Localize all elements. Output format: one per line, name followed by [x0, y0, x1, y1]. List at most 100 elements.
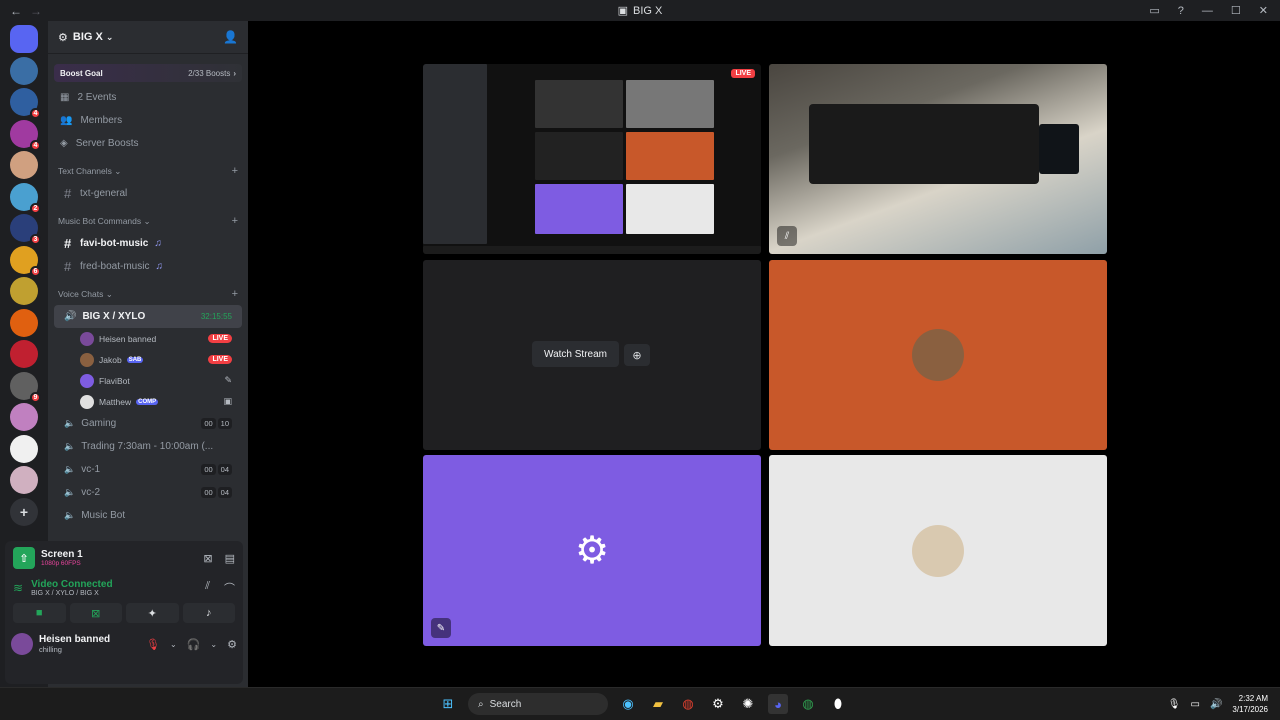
server-icon[interactable]: [10, 277, 38, 305]
connection-location[interactable]: BIG X / XYLO / BIG X: [31, 590, 113, 597]
voice-channel[interactable]: 🔈 Gaming 00 10: [54, 412, 242, 435]
search-label: Search: [489, 698, 522, 710]
clock[interactable]: 2:32 AM 3/17/2026: [1232, 693, 1268, 715]
watch-stream-button[interactable]: Watch Stream: [532, 341, 619, 367]
close-button[interactable]: ✕: [1259, 4, 1268, 17]
voice-user[interactable]: Heisen banned LIVE: [54, 328, 242, 349]
popout-icon[interactable]: ⊕: [624, 344, 650, 366]
noise-suppression-icon[interactable]: ⫽: [205, 580, 210, 596]
folder-icon[interactable]: ▰: [648, 694, 668, 714]
taskbar-search[interactable]: ⌕ Search: [468, 693, 608, 715]
server-icon[interactable]: 9: [10, 371, 41, 403]
add-channel-icon[interactable]: +: [232, 165, 238, 177]
channel-favi-bot-music[interactable]: # favi-bot-music ♫: [54, 232, 242, 255]
camera-button[interactable]: ■: [13, 603, 66, 623]
server-icon[interactable]: 6: [10, 245, 41, 277]
chrome-icon[interactable]: ◍: [678, 694, 698, 714]
voice-user[interactable]: Matthew COMP ▣: [54, 391, 242, 412]
chevron-down-icon[interactable]: ⌄: [170, 640, 177, 649]
members-link[interactable]: 👥 Members: [48, 109, 248, 132]
server-icon[interactable]: [10, 56, 38, 85]
boost-goal-bar[interactable]: Boost Goal 2/33 Boosts ›: [54, 64, 242, 82]
inbox-icon[interactable]: ▭: [1149, 4, 1159, 17]
voice-channel-active[interactable]: 🔊 BIG X / XYLO 32:15:55: [54, 305, 242, 328]
start-icon[interactable]: ⊞: [438, 694, 458, 714]
events-link[interactable]: ▦ 2 Events: [48, 86, 248, 109]
server-icon[interactable]: [10, 308, 38, 337]
stream-preview-tile: [626, 132, 714, 180]
category-voice-chats[interactable]: Voice Chats ⌄ +: [48, 283, 248, 305]
server-icon[interactable]: [10, 466, 38, 494]
voice-channel[interactable]: 🔈 vc-1 00 04: [54, 458, 242, 481]
category-label: Music Bot Commands: [58, 216, 142, 226]
add-channel-icon[interactable]: +: [232, 288, 238, 300]
activity-icon: ▣: [223, 396, 232, 406]
server-icon[interactable]: [10, 151, 38, 179]
user-tile-white[interactable]: [769, 455, 1107, 646]
mouse-icon[interactable]: ⬮: [828, 694, 848, 714]
channel-label: Gaming: [81, 418, 117, 429]
guild-header[interactable]: ⚙ BIG X ⌄ 👤: [48, 21, 248, 54]
avatar[interactable]: [11, 633, 33, 655]
forward-arrow-icon[interactable]: →: [30, 4, 42, 18]
channel-label: vc-2: [81, 487, 101, 498]
channel-label: favi-bot-music: [80, 238, 149, 249]
user-count: 00: [201, 418, 216, 429]
chevron-down-icon[interactable]: ⌄: [210, 640, 217, 649]
app-icon[interactable]: ◉: [618, 694, 638, 714]
user-tile-bot[interactable]: ⚙ ✎: [423, 455, 761, 646]
music-note-icon: ♫: [155, 261, 163, 272]
voice-channel[interactable]: 🔈 Trading 7:30am - 10:00am (...: [54, 435, 242, 458]
server-icon[interactable]: [10, 403, 38, 431]
back-arrow-icon[interactable]: ←: [10, 4, 22, 18]
signal-icon[interactable]: ≋: [13, 581, 23, 595]
help-icon[interactable]: ?: [1178, 5, 1184, 17]
add-channel-icon[interactable]: +: [232, 215, 238, 227]
chrome-icon[interactable]: ◍: [798, 694, 818, 714]
gear-icon[interactable]: ⚙: [227, 638, 237, 651]
headphones-icon[interactable]: 🎧: [187, 638, 201, 651]
user-max: 10: [217, 418, 232, 429]
stop-stream-icon[interactable]: ⊠: [203, 552, 212, 565]
stream-settings-icon[interactable]: ▤: [225, 552, 235, 565]
volume-icon[interactable]: 🔊: [1210, 699, 1222, 710]
voice-timer: 32:15:55: [200, 312, 232, 321]
network-icon[interactable]: ▭: [1191, 699, 1200, 710]
discord-icon[interactable]: ◕: [768, 694, 788, 714]
current-user[interactable]: Heisen banned chilling 🎙 ⌄ 🎧 ⌄ ⚙: [5, 625, 243, 663]
channel-fred-boat-music[interactable]: # fred-boat-music ♫: [54, 255, 242, 278]
server-icon[interactable]: [10, 340, 38, 368]
discord-home-icon[interactable]: [10, 25, 38, 53]
channel-txt-general[interactable]: # txt-general: [54, 182, 242, 205]
server-icon[interactable]: [10, 434, 38, 463]
add-server-icon[interactable]: +: [10, 497, 38, 526]
minimize-button[interactable]: —: [1202, 5, 1213, 17]
stream-tile-screen[interactable]: LIVE: [423, 64, 761, 254]
server-icon[interactable]: 4: [10, 88, 41, 119]
mic-muted-icon[interactable]: 🎙: [146, 638, 160, 651]
category-music-bot[interactable]: Music Bot Commands ⌄ +: [48, 210, 248, 232]
server-icon[interactable]: 3: [10, 214, 41, 245]
settings-icon[interactable]: ⚙: [708, 694, 728, 714]
invite-people-icon[interactable]: 👤: [223, 30, 238, 44]
live-badge: LIVE: [731, 69, 755, 78]
chatgpt-icon[interactable]: ✺: [738, 694, 758, 714]
activities-button[interactable]: ✦: [126, 603, 179, 623]
voice-user[interactable]: Jakob SAB LIVE: [54, 349, 242, 370]
mention-badge: 3: [30, 234, 41, 245]
voice-user[interactable]: FlaviBot ✎: [54, 370, 242, 391]
stream-tile-watch[interactable]: Watch Stream ⊕: [423, 260, 761, 450]
soundboard-button[interactable]: ♪: [182, 603, 235, 623]
voice-channel[interactable]: 🔈 vc-2 00 04: [54, 481, 242, 504]
server-icon[interactable]: 4: [10, 119, 41, 151]
screen-share-button[interactable]: ⊠: [69, 603, 122, 623]
maximize-button[interactable]: ☐: [1231, 4, 1241, 17]
server-boosts-link[interactable]: ◈ Server Boosts: [48, 132, 248, 155]
mic-icon[interactable]: 🎙: [1168, 699, 1181, 710]
user-tile-orange[interactable]: [769, 260, 1107, 450]
category-text-channels[interactable]: Text Channels ⌄ +: [48, 160, 248, 182]
voice-channel[interactable]: 🔈 Music Bot: [54, 504, 242, 527]
server-icon[interactable]: 2: [10, 182, 41, 214]
disconnect-icon[interactable]: ⌒: [224, 580, 235, 596]
camera-tile[interactable]: ⫽: [769, 64, 1107, 254]
